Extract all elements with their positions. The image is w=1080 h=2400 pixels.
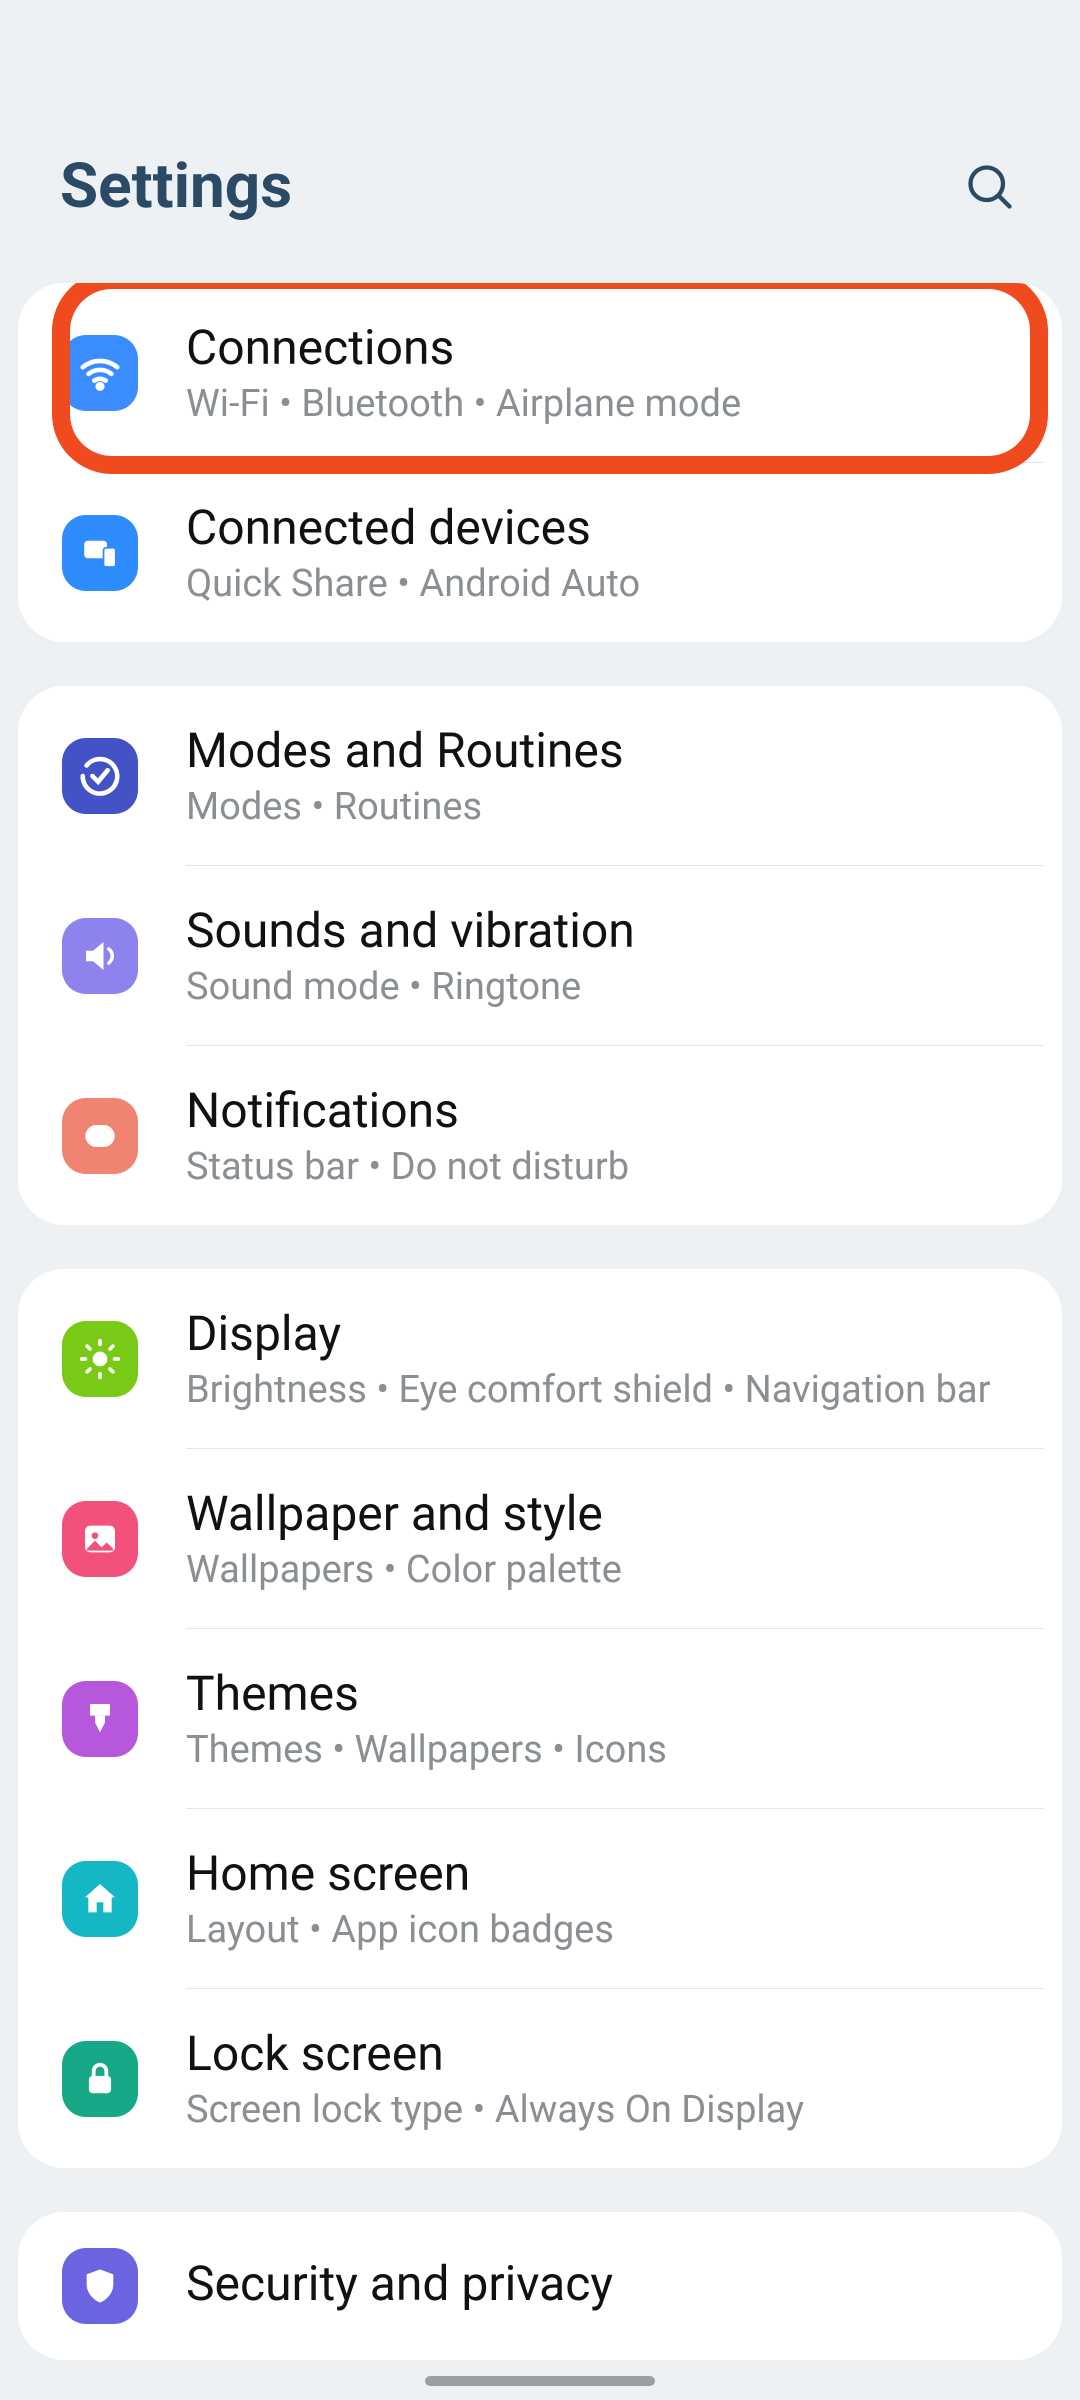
item-subtitle: Wallpapers • Color palette: [186, 1548, 1018, 1592]
item-subtitle: Modes • Routines: [186, 785, 1018, 829]
settings-item-home-screen[interactable]: Home screen Layout • App icon badges: [18, 1809, 1062, 1988]
item-title: Connected devices: [186, 499, 1018, 556]
settings-item-display[interactable]: Display Brightness • Eye comfort shield •…: [18, 1269, 1062, 1448]
item-subtitle: Themes • Wallpapers • Icons: [186, 1728, 1018, 1772]
header: Settings: [0, 0, 1080, 283]
settings-list: Connections Wi-Fi • Bluetooth • Airplane …: [0, 283, 1080, 2360]
item-subtitle: Brightness • Eye comfort shield • Naviga…: [186, 1368, 1018, 1412]
search-button[interactable]: [960, 157, 1020, 217]
item-subtitle: Quick Share • Android Auto: [186, 562, 1018, 606]
settings-item-wallpaper[interactable]: Wallpaper and style Wallpapers • Color pa…: [18, 1449, 1062, 1628]
home-icon: [62, 1861, 138, 1937]
settings-item-themes[interactable]: Themes Themes • Wallpapers • Icons: [18, 1629, 1062, 1808]
item-subtitle: Sound mode • Ringtone: [186, 965, 1018, 1009]
check-circle-icon: [62, 738, 138, 814]
devices-icon: [62, 515, 138, 591]
settings-card: Display Brightness • Eye comfort shield •…: [18, 1269, 1062, 2168]
speaker-icon: [62, 918, 138, 994]
item-subtitle: Layout • App icon badges: [186, 1908, 1018, 1952]
item-subtitle: Status bar • Do not disturb: [186, 1145, 1018, 1189]
settings-item-connections[interactable]: Connections Wi-Fi • Bluetooth • Airplane …: [18, 283, 1062, 462]
item-subtitle: Wi-Fi • Bluetooth • Airplane mode: [186, 382, 1018, 426]
settings-item-sounds-vibration[interactable]: Sounds and vibration Sound mode • Rington…: [18, 866, 1062, 1045]
brush-icon: [62, 1681, 138, 1757]
settings-card: Modes and Routines Modes • Routines Sounds…: [18, 686, 1062, 1225]
item-title: Security and privacy: [186, 2255, 1018, 2312]
item-title: Wallpaper and style: [186, 1485, 1018, 1542]
search-icon: [964, 161, 1016, 213]
settings-item-lock-screen[interactable]: Lock screen Screen lock type • Always On …: [18, 1989, 1062, 2168]
wifi-icon: [62, 335, 138, 411]
settings-card: Connections Wi-Fi • Bluetooth • Airplane …: [18, 283, 1062, 642]
item-subtitle: Screen lock type • Always On Display: [186, 2088, 1018, 2132]
item-title: Notifications: [186, 1082, 1018, 1139]
notif-icon: [62, 1098, 138, 1174]
settings-item-security-privacy[interactable]: Security and privacy: [18, 2212, 1062, 2360]
settings-card: Security and privacy: [18, 2212, 1062, 2360]
lock-icon: [62, 2041, 138, 2117]
sun-icon: [62, 1321, 138, 1397]
page-title: Settings: [60, 150, 292, 223]
item-title: Lock screen: [186, 2025, 1018, 2082]
item-title: Sounds and vibration: [186, 902, 1018, 959]
item-title: Home screen: [186, 1845, 1018, 1902]
settings-item-connected-devices[interactable]: Connected devices Quick Share • Android A…: [18, 463, 1062, 642]
item-title: Connections: [186, 319, 1018, 376]
item-title: Modes and Routines: [186, 722, 1018, 779]
home-indicator[interactable]: [425, 2376, 655, 2386]
settings-item-notifications[interactable]: Notifications Status bar • Do not disturb: [18, 1046, 1062, 1225]
shield-icon: [62, 2248, 138, 2324]
item-title: Themes: [186, 1665, 1018, 1722]
settings-item-modes-routines[interactable]: Modes and Routines Modes • Routines: [18, 686, 1062, 865]
item-title: Display: [186, 1305, 1018, 1362]
image-icon: [62, 1501, 138, 1577]
